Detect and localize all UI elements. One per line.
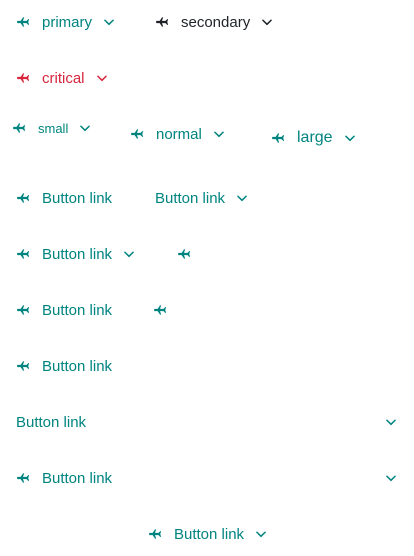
chevron-down-icon [235,191,249,205]
chevron-down-icon [102,15,116,29]
button-link-label: Button link [42,245,113,263]
airplane-icon [12,121,26,135]
button-link-label: Button link [42,301,113,319]
button-link-label: Button link [16,413,87,431]
button-link-small[interactable]: small [12,116,92,140]
button-link-label: Button link [42,469,113,487]
airplane-icon [271,131,285,145]
button-link-critical[interactable]: critical [16,66,109,90]
chevron-down-icon [95,71,109,85]
chevron-down-icon [384,471,398,485]
chevron-down-icon [122,247,136,261]
chevron-down-icon [384,415,398,429]
button-link-normal[interactable]: normal [130,122,226,146]
button-link-label: secondary [181,13,251,31]
airplane-icon [16,303,30,317]
airplane-icon [16,15,30,29]
button-link-label: Button link [42,189,113,207]
button-link-label: primary [42,13,93,31]
airplane-icon [148,527,162,541]
airplane-icon [16,191,30,205]
chevron-down-icon [212,127,226,141]
button-link-label: normal [156,125,202,143]
button-link-full-width[interactable]: Button link [16,466,398,490]
icon-only-button-link[interactable] [177,242,191,266]
button-link-with-leading-icon[interactable]: Button link [16,186,112,210]
airplane-icon [130,127,144,141]
button-link-with-trailing-icon[interactable]: Button link [155,186,249,210]
button-link-label: Button link [42,357,113,375]
button-link-large[interactable]: large [271,126,357,150]
button-link-with-leading-icon[interactable]: Button link [16,298,112,322]
airplane-icon [16,359,30,373]
chevron-down-icon [78,121,92,135]
icon-only-button-link[interactable] [153,298,167,322]
airplane-icon [153,303,167,317]
button-link-label: small [38,120,69,136]
button-link-label: Button link [174,525,245,543]
button-link-with-leading-icon[interactable]: Button link [16,354,112,378]
chevron-down-icon [254,527,268,541]
airplane-icon [16,471,30,485]
button-link-full-width[interactable]: Button link [16,410,398,434]
button-link-label: large [297,129,333,146]
button-link-label: Button link [155,189,226,207]
button-link-label: critical [42,69,85,87]
button-link-centered[interactable]: Button link [148,522,268,546]
button-link-with-both-icons[interactable]: Button link [16,242,136,266]
airplane-icon [16,71,30,85]
button-link-content: Button link [16,470,112,487]
button-link-primary[interactable]: primary [16,10,116,34]
chevron-down-icon [260,15,274,29]
airplane-icon [16,247,30,261]
chevron-down-icon [343,131,357,145]
button-link-secondary[interactable]: secondary [155,10,274,34]
airplane-icon [155,15,169,29]
airplane-icon [177,247,191,261]
